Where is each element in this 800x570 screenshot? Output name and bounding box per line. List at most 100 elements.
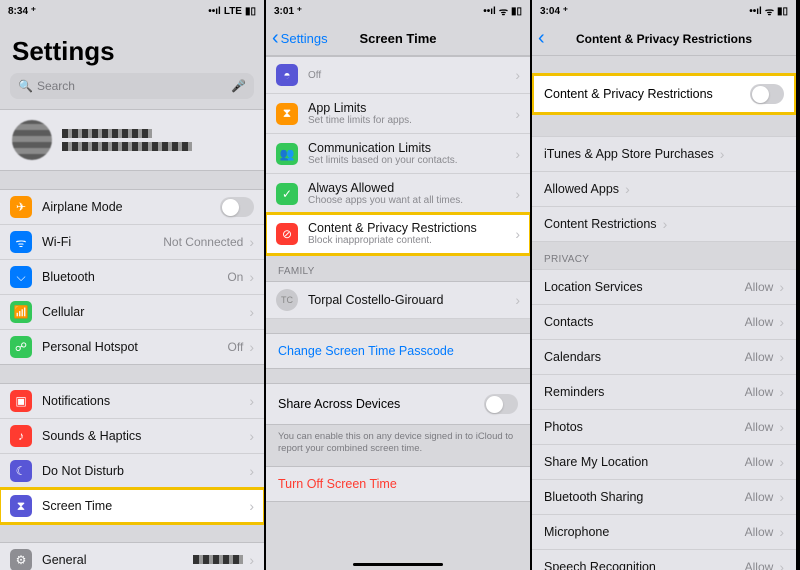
status-time: 3:04 ⁺: [540, 6, 568, 17]
always-icon: ✓: [276, 183, 298, 205]
restrict-row-reminders[interactable]: RemindersAllow›: [532, 375, 796, 410]
toggle-label: Content & Privacy Restrictions: [544, 87, 713, 101]
chevron-right-icon: ›: [779, 314, 784, 330]
wifi-icon: ᯤ: [10, 231, 32, 253]
restrict-row-microphone[interactable]: MicrophoneAllow›: [532, 515, 796, 550]
restrict-row-speech-recognition[interactable]: Speech RecognitionAllow›: [532, 550, 796, 570]
restrict-row-bluetooth-sharing[interactable]: Bluetooth SharingAllow›: [532, 480, 796, 515]
chevron-right-icon: ›: [720, 146, 725, 162]
general-row-group: ⚙ General ›: [0, 542, 264, 570]
sounds-icon: ♪: [10, 425, 32, 447]
screentime-row-communication-limits[interactable]: 👥 Communication Limits Set limits based …: [266, 134, 530, 174]
restrict-row-photos[interactable]: PhotosAllow›: [532, 410, 796, 445]
restrictions-master-toggle-row[interactable]: Content & Privacy Restrictions: [532, 74, 796, 114]
chevron-right-icon: ›: [515, 186, 520, 202]
page-title: Settings: [0, 22, 264, 73]
chevron-right-icon: ›: [779, 384, 784, 400]
apple-id-row[interactable]: [0, 109, 264, 171]
notifications-icon: ▣: [10, 390, 32, 412]
status-time: 3:01 ⁺: [274, 6, 302, 17]
restrict-row-allowed-apps[interactable]: Allowed Apps›: [532, 172, 796, 207]
applimits-icon: ⧗: [276, 103, 298, 125]
screen-time-content[interactable]: ◓ Off ›⧗ App Limits Set time limits for …: [266, 56, 530, 570]
settings-row-do-not-disturb[interactable]: ☾ Do Not Disturb›: [0, 454, 264, 489]
restrictions-panel: 3:04 ⁺ ••ıl ᯤ ▮▯ Content & Privacy Restr…: [532, 0, 798, 570]
screentime-row-app-limits[interactable]: ⧗ App Limits Set time limits for apps. ›: [266, 94, 530, 134]
network-group: ✈ Airplane Modeᯤ Wi-FiNot Connected›⌵ Bl…: [0, 189, 264, 365]
settings-row-personal-hotspot[interactable]: ☍ Personal HotspotOff›: [0, 330, 264, 364]
chevron-right-icon: ›: [515, 106, 520, 122]
restrict-row-calendars[interactable]: CalendarsAllow›: [532, 340, 796, 375]
signal-icon: ••ıl: [483, 6, 496, 17]
general-group: ▣ Notifications›♪ Sounds & Haptics›☾ Do …: [0, 383, 264, 524]
profile-name-redacted: [62, 129, 152, 138]
settings-root-panel: 8:34 ⁺ ••ıl LTE ▮▯ Settings 🔍 Search 🎤 ✈…: [0, 0, 266, 570]
chevron-right-icon: ›: [515, 146, 520, 162]
battery-icon: ▮▯: [245, 6, 256, 17]
signal-icon: ••ıl: [208, 6, 221, 17]
screentime-row-downtime[interactable]: ◓ Off ›: [266, 56, 530, 94]
chevron-right-icon: ›: [779, 559, 784, 570]
restrictions-content[interactable]: Content & Privacy Restrictions iTunes & …: [532, 56, 796, 570]
family-member-row[interactable]: TC Torpal Costello-Girouard ›: [266, 281, 530, 319]
dnd-icon: ☾: [10, 460, 32, 482]
restrict-row-contacts[interactable]: ContactsAllow›: [532, 305, 796, 340]
wifi-icon: ᯤ: [765, 4, 774, 18]
settings-row-bluetooth[interactable]: ⌵ BluetoothOn›: [0, 260, 264, 295]
chevron-right-icon: ›: [249, 304, 254, 320]
chevron-right-icon: ›: [249, 393, 254, 409]
hotspot-icon: ☍: [10, 336, 32, 358]
screentime-row-content-privacy-restrictions[interactable]: ⊘ Content & Privacy Restrictions Block i…: [266, 214, 530, 254]
settings-row-cellular[interactable]: 📶 Cellular›: [0, 295, 264, 330]
search-input[interactable]: 🔍 Search 🎤: [10, 73, 254, 99]
chevron-right-icon: ›: [779, 419, 784, 435]
turn-off-button[interactable]: Turn Off Screen Time: [266, 466, 530, 502]
settings-content[interactable]: Settings 🔍 Search 🎤 ✈ Airplane Modeᯤ Wi-…: [0, 22, 264, 570]
restrictions-toggle[interactable]: [750, 84, 784, 104]
chevron-right-icon: ›: [515, 292, 520, 308]
search-placeholder: Search: [37, 79, 75, 93]
home-indicator[interactable]: [353, 563, 443, 566]
chevron-right-icon: ›: [779, 454, 784, 470]
family-header: FAMILY: [266, 254, 530, 281]
restrict-row-share-my-location[interactable]: Share My LocationAllow›: [532, 445, 796, 480]
screentime-icon: ⧗: [10, 495, 32, 517]
change-passcode-button[interactable]: Change Screen Time Passcode: [266, 333, 530, 369]
chevron-right-icon: ›: [625, 181, 630, 197]
share-across-devices-row[interactable]: Share Across Devices: [266, 383, 530, 425]
restrict-row-itunes-app-store-purchases[interactable]: iTunes & App Store Purchases›: [532, 137, 796, 172]
share-toggle[interactable]: [484, 394, 518, 414]
settings-row-airplane-mode[interactable]: ✈ Airplane Mode: [0, 190, 264, 225]
gear-icon: ⚙: [10, 549, 32, 570]
screentime-row-always-allowed[interactable]: ✓ Always Allowed Choose apps you want at…: [266, 174, 530, 214]
back-button[interactable]: Settings: [272, 31, 328, 46]
status-bar: 3:01 ⁺ ••ıl ᯤ ▮▯: [266, 0, 530, 22]
settings-row-screen-time[interactable]: ⧗ Screen Time›: [0, 489, 264, 523]
mic-icon[interactable]: 🎤: [231, 79, 246, 93]
chevron-right-icon: ›: [515, 67, 520, 83]
profile-sub-redacted: [62, 142, 192, 151]
toggle[interactable]: [220, 197, 254, 217]
cellular-icon: 📶: [10, 301, 32, 323]
general-row[interactable]: ⚙ General ›: [0, 543, 264, 570]
chevron-right-icon: ›: [515, 226, 520, 242]
family-name: Torpal Costello-Girouard: [308, 293, 443, 307]
chevron-right-icon: ›: [779, 524, 784, 540]
chevron-right-icon: ›: [249, 428, 254, 444]
nav-title: Content & Privacy Restrictions: [576, 32, 752, 46]
downtime-icon: ◓: [276, 64, 298, 86]
restrict-row-content-restrictions[interactable]: Content Restrictions›: [532, 207, 796, 242]
chevron-right-icon: ›: [249, 463, 254, 479]
settings-row-wi-fi[interactable]: ᯤ Wi-FiNot Connected›: [0, 225, 264, 260]
restrict-row-location-services[interactable]: Location ServicesAllow›: [532, 270, 796, 305]
nav-bar: Content & Privacy Restrictions: [532, 22, 796, 56]
settings-row-notifications[interactable]: ▣ Notifications›: [0, 384, 264, 419]
restrictions-icon: ⊘: [276, 223, 298, 245]
settings-row-sounds-haptics[interactable]: ♪ Sounds & Haptics›: [0, 419, 264, 454]
signal-icon: ••ıl: [749, 6, 762, 17]
chevron-right-icon: ›: [779, 279, 784, 295]
screen-time-panel: 3:01 ⁺ ••ıl ᯤ ▮▯ Settings Screen Time ◓ …: [266, 0, 532, 570]
commlimits-icon: 👥: [276, 143, 298, 165]
chevron-right-icon: ›: [249, 269, 254, 285]
status-bar: 8:34 ⁺ ••ıl LTE ▮▯: [0, 0, 264, 22]
